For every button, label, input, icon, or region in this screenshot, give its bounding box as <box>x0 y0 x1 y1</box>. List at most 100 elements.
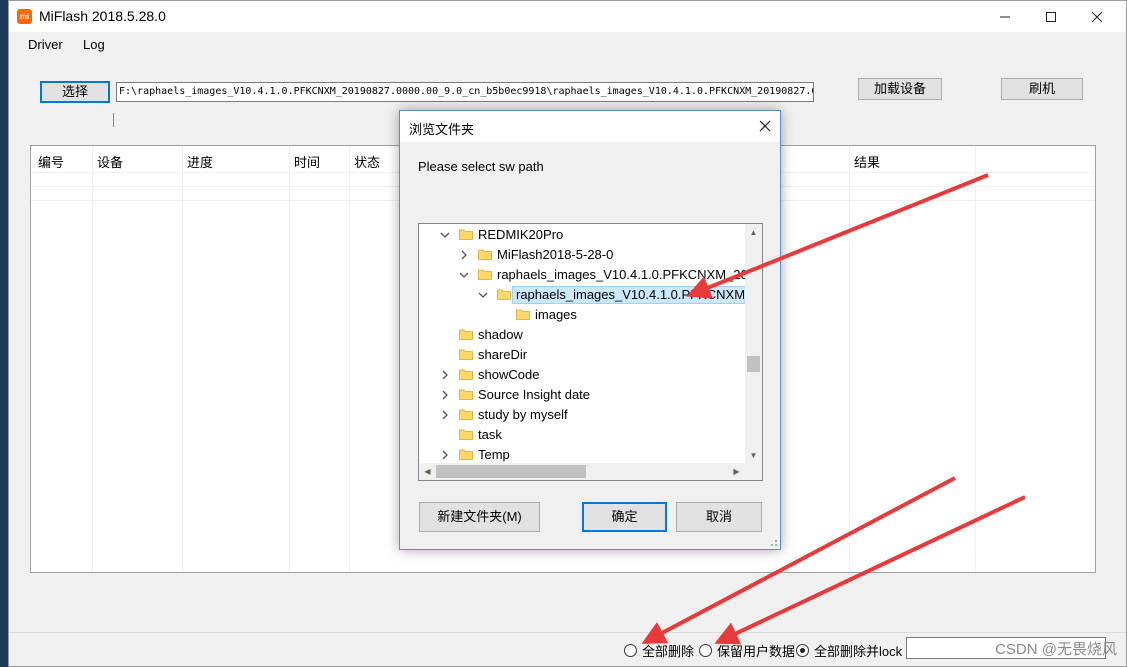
text-cursor <box>113 113 114 127</box>
chevron-right-icon[interactable] <box>439 409 451 421</box>
radio-save-user-data-circle[interactable] <box>699 643 712 657</box>
scroll-left-icon[interactable]: ◀ <box>419 463 436 480</box>
tree-item[interactable]: study by myself <box>419 405 745 425</box>
scroll-down-icon[interactable]: ▼ <box>745 447 762 464</box>
column-header-progress[interactable]: 进度 <box>187 152 213 171</box>
tree-item[interactable]: shareDir <box>419 345 745 365</box>
column-header-number[interactable]: 编号 <box>38 152 64 171</box>
column-header-status[interactable]: 状态 <box>354 152 380 171</box>
new-folder-button[interactable]: 新建文件夹(M) <box>419 502 540 532</box>
tree-item-label: REDMIK20Pro <box>478 227 564 242</box>
tree-vertical-scrollbar[interactable]: ▲ ▼ <box>745 224 762 464</box>
radio-save-user-data[interactable]: 保留用户数据 <box>699 642 796 659</box>
app-logo-icon: mi <box>17 9 32 24</box>
tree-item[interactable]: Source Insight date <box>419 385 745 405</box>
radio-clean-all-and-lock-circle[interactable] <box>796 643 809 657</box>
tree-item-label: showCode <box>478 367 540 382</box>
radio-clean-all-circle[interactable] <box>624 643 637 657</box>
minimize-icon <box>1000 16 1010 18</box>
grid-column-line <box>92 146 93 572</box>
folder-icon <box>497 289 511 300</box>
tree-item[interactable]: showCode <box>419 365 745 385</box>
folder-icon <box>459 389 473 400</box>
tree-item-label: Temp <box>478 447 510 462</box>
tree-item-label: images <box>535 307 577 322</box>
folder-tree[interactable]: Temp task study by myself Source Insight da… <box>418 223 763 481</box>
watermark: CSDN @无畏烧风 <box>995 641 1117 658</box>
grid-column-line <box>849 146 850 572</box>
desktop-background <box>0 0 8 667</box>
close-icon <box>1091 11 1103 23</box>
radio-clean-all-and-lock-label: 全部删除并lock <box>814 643 903 659</box>
folder-icon <box>459 409 473 420</box>
minimize-button[interactable] <box>982 1 1028 32</box>
tree-item-label: shadow <box>478 327 523 342</box>
scroll-up-icon[interactable]: ▲ <box>745 224 762 241</box>
dialog-title: 浏览文件夹 <box>409 122 475 137</box>
flash-button[interactable]: 刷机 <box>1001 78 1083 100</box>
radio-clean-all-and-lock[interactable]: 全部删除并lock <box>796 642 903 659</box>
tree-item-label: Source Insight date <box>478 387 591 402</box>
title-bar: mi MiFlash 2018.5.28.0 <box>9 1 1126 32</box>
folder-icon <box>459 229 473 240</box>
tree-item[interactable]: shadow <box>419 325 745 345</box>
grid-column-line <box>975 146 976 572</box>
tree-item-label: task <box>478 427 502 442</box>
tree-horizontal-scroll-thumb[interactable] <box>436 465 586 478</box>
tree-item-label: study by myself <box>478 407 568 422</box>
window-title: MiFlash 2018.5.28.0 <box>39 8 166 24</box>
status-bar: 全部删除 保留用户数据 全部删除并lock <box>9 632 1126 666</box>
dialog-close-button[interactable] <box>749 111 780 142</box>
tree-item[interactable]: MiFlash2018-5-28-0 <box>419 245 745 265</box>
close-button[interactable] <box>1074 1 1120 32</box>
tree-item[interactable]: REDMIK20Pro <box>419 225 745 245</box>
tree-item[interactable]: raphaels_images_V10.4.1.0.PFKCNXM_201908… <box>419 265 762 285</box>
tree-horizontal-scrollbar[interactable]: ◀ ▶ <box>419 463 745 480</box>
tree-item-label: raphaels_images_V10.4.1.0.PFKCNXM_201908… <box>512 286 762 304</box>
maximize-button[interactable] <box>1028 1 1074 32</box>
folder-icon <box>478 269 492 280</box>
select-path-button[interactable]: 选择 <box>40 81 110 103</box>
chevron-right-icon[interactable] <box>458 249 470 261</box>
scroll-right-icon[interactable]: ▶ <box>728 463 745 480</box>
chevron-down-icon[interactable] <box>458 269 470 281</box>
menu-driver[interactable]: Driver <box>28 37 63 52</box>
chevron-down-icon[interactable] <box>477 289 489 301</box>
radio-clean-all[interactable]: 全部删除 <box>624 642 695 659</box>
cancel-button[interactable]: 取消 <box>676 502 762 532</box>
tree-item[interactable]: images <box>419 305 745 325</box>
tree-item-label: raphaels_images_V10.4.1.0.PFKCNXM_201908… <box>497 267 762 282</box>
chevron-down-icon[interactable] <box>439 229 451 241</box>
column-header-time[interactable]: 时间 <box>294 152 320 171</box>
load-device-button[interactable]: 加载设备 <box>858 78 942 100</box>
tree-item[interactable]: raphaels_images_V10.4.1.0.PFKCNXM_201908… <box>419 285 762 305</box>
resize-grip-icon[interactable] <box>768 537 778 547</box>
folder-icon <box>459 429 473 440</box>
tree-item-label: shareDir <box>478 347 528 362</box>
folder-icon <box>478 249 492 260</box>
menu-log[interactable]: Log <box>83 37 105 52</box>
tree-vertical-scroll-thumb[interactable] <box>747 356 760 372</box>
grid-column-line <box>182 146 183 572</box>
dialog-title-bar: 浏览文件夹 <box>400 111 780 142</box>
folder-icon <box>459 349 473 360</box>
folder-icon <box>459 369 473 380</box>
ok-button[interactable]: 确定 <box>582 502 667 532</box>
tree-item[interactable]: Temp <box>419 445 745 465</box>
radio-save-user-data-label: 保留用户数据 <box>717 643 796 659</box>
folder-icon <box>516 309 530 320</box>
chevron-right-icon[interactable] <box>439 389 451 401</box>
chevron-right-icon[interactable] <box>439 449 451 461</box>
tree-item[interactable]: task <box>419 425 745 445</box>
maximize-icon <box>1046 12 1056 22</box>
tree-item-label: MiFlash2018-5-28-0 <box>497 247 614 262</box>
column-header-result[interactable]: 结果 <box>854 152 880 171</box>
sw-path-input[interactable]: F:\raphaels_images_V10.4.1.0.PFKCNXM_201… <box>116 82 814 102</box>
radio-clean-all-label: 全部删除 <box>642 643 695 659</box>
column-header-device[interactable]: 设备 <box>97 152 123 171</box>
chevron-right-icon[interactable] <box>439 369 451 381</box>
close-icon <box>759 120 770 132</box>
scrollbar-corner <box>745 463 762 480</box>
folder-icon <box>459 449 473 460</box>
grid-column-line <box>289 146 290 572</box>
